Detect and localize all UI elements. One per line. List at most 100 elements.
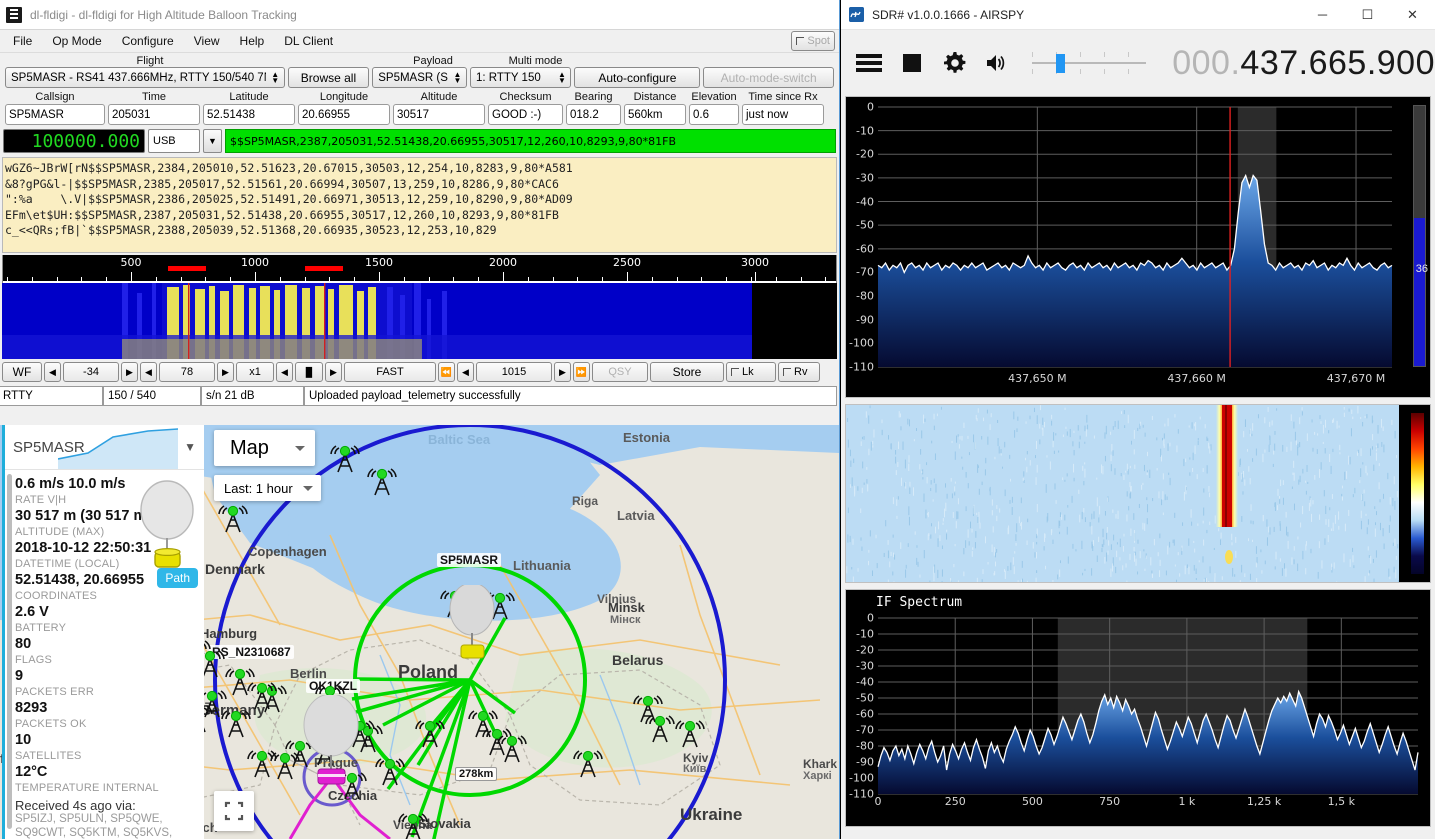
field-value[interactable]: 018.2 (566, 104, 621, 125)
flight-selector[interactable]: SP5MASR - RS41 437.666MHz, RTTY 150/540 … (5, 67, 285, 88)
menu-dl-client[interactable]: DL Client (275, 32, 342, 50)
pan-left-button[interactable]: ◀ (276, 362, 293, 382)
radio-station-marker[interactable] (222, 711, 250, 737)
field-value[interactable]: 20.66955 (298, 104, 390, 125)
pan-center-button[interactable]: █ (295, 362, 323, 382)
radio-station-marker[interactable] (376, 759, 404, 785)
radio-station-marker[interactable] (646, 716, 674, 742)
x-axis-tick-label: 0 (875, 795, 882, 808)
y-axis-tick-label: 0 (867, 612, 878, 625)
receive-text-pane[interactable]: wGZ6~JBrW[rN$$SP5MASR,2384,205010,52.516… (2, 157, 837, 253)
radio-station-marker[interactable] (574, 751, 602, 777)
mode-select-value[interactable]: USB (148, 129, 200, 153)
store-button[interactable]: Store (650, 362, 724, 382)
radio-station-marker[interactable] (483, 729, 511, 755)
if-spectrum-panel[interactable]: IF Spectrum 0 -10 -20 -30 -40 -50 -60 -70 -80 -90… (845, 589, 1431, 827)
spot-label: Spot (807, 35, 830, 47)
radio-station-marker[interactable] (226, 669, 254, 695)
field-value[interactable]: 0.6 (689, 104, 739, 125)
fldigi-app-icon (6, 7, 22, 23)
balloon-marker-secondary[interactable] (300, 695, 362, 787)
tracker-panel-chevron-down-icon[interactable]: ▼ (184, 440, 196, 454)
x-axis-tick-label: 437,650 M (1008, 372, 1066, 385)
multimode-selector-arrows[interactable]: ▲ ▼ (555, 72, 568, 84)
waterfall-level-value[interactable]: -34 (63, 362, 119, 382)
passband-marker[interactable] (168, 266, 206, 271)
passband-marker[interactable] (305, 266, 343, 271)
close-button[interactable]: ✕ (1390, 0, 1435, 30)
path-button[interactable]: Path (157, 568, 198, 588)
field-distance: Distance 560km (624, 90, 686, 125)
field-value[interactable]: just now (742, 104, 824, 125)
payload-selector-arrows[interactable]: ▲ ▼ (451, 72, 464, 84)
browse-all-button[interactable]: Browse all (288, 67, 370, 88)
frequency-display[interactable]: 100000.000 (3, 129, 145, 153)
field-value[interactable]: 52.51438 (203, 104, 295, 125)
field-value[interactable]: GOOD :-) (488, 104, 563, 125)
map-fullscreen-button[interactable] (214, 791, 254, 831)
carrier-up-button[interactable]: ▶ (554, 362, 571, 382)
menu-configure[interactable]: Configure (113, 32, 183, 50)
waterfall-colormap-bar[interactable] (1411, 413, 1424, 574)
menu-op-mode[interactable]: Op Mode (43, 32, 110, 50)
menu-file[interactable]: File (4, 32, 41, 50)
radio-station-marker[interactable] (676, 721, 704, 747)
field-value[interactable]: SP5MASR (5, 104, 105, 125)
tracker-stat-value: 10 (15, 732, 204, 749)
field-value[interactable]: 205031 (108, 104, 200, 125)
waterfall-panel[interactable] (845, 404, 1431, 583)
lock-checkbox[interactable]: Lk (726, 362, 776, 382)
waterfall-display[interactable] (2, 283, 837, 359)
frequency-readout[interactable]: 000.437.665.900 (1172, 44, 1435, 83)
carrier-fast-down-button[interactable]: ⏪ (438, 362, 455, 382)
tracker-panel-header[interactable]: SP5MASR ▼ (5, 425, 204, 470)
waterfall-frequency-scale[interactable]: 500 1000 1500 2000 2500 3000 (2, 255, 837, 283)
fullscreen-icon (214, 791, 254, 831)
menu-view[interactable]: View (185, 32, 229, 50)
map-type-selector[interactable]: Map (214, 430, 315, 466)
gear-icon[interactable] (940, 48, 969, 78)
radio-station-marker[interactable] (399, 814, 427, 839)
volume-icon[interactable] (983, 48, 1012, 78)
map-time-selector[interactable]: Last: 1 hour (214, 475, 321, 501)
maximize-button[interactable]: ☐ (1345, 0, 1390, 30)
volume-slider-thumb[interactable] (1056, 54, 1065, 73)
reverse-checkbox[interactable]: Rv (778, 362, 820, 382)
level-increase-button[interactable]: ▶ (121, 362, 138, 382)
menu-hamburger-icon[interactable] (855, 48, 884, 78)
carrier-down-button[interactable]: ◀ (457, 362, 474, 382)
radio-station-marker[interactable] (248, 751, 276, 777)
if-spectrum-title: IF Spectrum (876, 595, 962, 610)
radio-station-marker[interactable] (219, 506, 247, 532)
carrier-frequency-value[interactable]: 1015 (476, 362, 552, 382)
gain-slider[interactable] (1413, 105, 1426, 367)
contrast-decrease-button[interactable]: ◀ (140, 362, 157, 382)
waterfall-zoom-value[interactable]: x1 (236, 362, 274, 382)
auto-configure-button[interactable]: Auto-configure (574, 67, 700, 88)
radio-station-marker[interactable] (368, 469, 396, 495)
stop-button-icon[interactable] (898, 48, 927, 78)
volume-slider[interactable] (1032, 48, 1147, 78)
pan-right-button[interactable]: ▶ (325, 362, 342, 382)
map-container[interactable]: Baltic Sea Estonia Riga Latvia Lithuania Viln… (0, 425, 840, 839)
radio-station-marker[interactable] (416, 721, 444, 747)
minimize-button[interactable]: ─ (1300, 0, 1345, 30)
field-value[interactable]: 30517 (393, 104, 485, 125)
mode-select-chevron-down-icon[interactable]: ▼ (203, 129, 222, 153)
waterfall-speed-value[interactable]: FAST (344, 362, 436, 382)
flight-selector-arrows[interactable]: ▲ ▼ (269, 72, 282, 84)
balloon-marker-primary[interactable] (446, 585, 501, 665)
waterfall-contrast-value[interactable]: 78 (159, 362, 215, 382)
payload-selector[interactable]: SP5MASR (SP5M ▲▼ (372, 67, 467, 88)
contrast-increase-button[interactable]: ▶ (217, 362, 234, 382)
waterfall-mode-button[interactable]: WF (2, 362, 42, 382)
carrier-fast-up-button[interactable]: ⏩ (573, 362, 590, 382)
multimode-selector[interactable]: 1: RTTY 150 ▲ ▼ (470, 67, 571, 88)
radio-station-marker[interactable] (331, 446, 359, 472)
rx-line: wGZ6~JBrW[rN$$SP5MASR,2384,205010,52.516… (5, 161, 836, 177)
level-decrease-button[interactable]: ◀ (44, 362, 61, 382)
menu-help[interactable]: Help (231, 32, 274, 50)
field-value[interactable]: 560km (624, 104, 686, 125)
rf-spectrum-panel[interactable]: 0 -10 -20 -30 -40 -50 -60 -70 -80 -90 -100 -110 437… (845, 96, 1431, 398)
spot-checkbox[interactable]: Spot (791, 31, 835, 51)
